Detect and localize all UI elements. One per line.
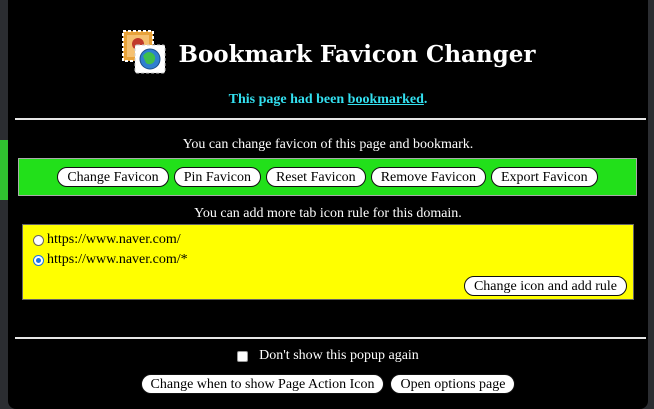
rule-option-wildcard[interactable]: https://www.naver.com/* <box>33 252 188 268</box>
open-options-button[interactable]: Open options page <box>390 374 516 394</box>
change-favicon-button[interactable]: Change Favicon <box>57 167 169 187</box>
rule-radio-exact[interactable] <box>33 234 44 246</box>
popup-title: Bookmark Favicon Changer <box>178 40 536 68</box>
rule-info-text: You can add more tab icon rule for this … <box>194 206 462 221</box>
status-suffix: . <box>423 92 428 107</box>
page-action-settings-button[interactable]: Change when to show Page Action Icon <box>140 374 385 394</box>
bookmark-status: This page had been bookmarked. <box>8 92 648 108</box>
dont-show-popup-row[interactable]: Don't show this popup again <box>8 348 648 364</box>
change-icon-add-rule-button[interactable]: Change icon and add rule <box>463 276 627 296</box>
divider-bottom <box>15 337 646 339</box>
export-favicon-button[interactable]: Export Favicon <box>490 167 598 187</box>
rule-option-label: https://www.naver.com/ <box>47 232 181 247</box>
rule-option-label: https://www.naver.com/* <box>47 252 188 267</box>
pin-favicon-button[interactable]: Pin Favicon <box>173 167 261 187</box>
dont-show-label: Don't show this popup again <box>259 348 419 363</box>
status-prefix: This page had been <box>228 92 348 107</box>
popup-header: Bookmark Favicon Changer <box>8 22 648 82</box>
reset-favicon-button[interactable]: Reset Favicon <box>265 167 366 187</box>
rule-radio-wildcard[interactable] <box>33 254 44 266</box>
footer-buttons: Change when to show Page Action Icon Ope… <box>8 374 648 394</box>
tab-icon-rule-panel: https://www.naver.com/ https://www.naver… <box>22 224 634 300</box>
divider-top <box>15 118 646 120</box>
favicon-info-text: You can change favicon of this page and … <box>182 137 474 152</box>
extension-logo-icon <box>121 29 167 75</box>
page-edge-strip <box>0 140 8 200</box>
favicon-actions-panel: Change Favicon Pin Favicon Reset Favicon… <box>18 158 637 196</box>
dont-show-checkbox[interactable] <box>237 350 249 362</box>
remove-favicon-button[interactable]: Remove Favicon <box>370 167 486 187</box>
extension-popup: Bookmark Favicon Changer This page had b… <box>8 0 648 409</box>
rule-option-exact[interactable]: https://www.naver.com/ <box>33 232 181 248</box>
bookmarked-link[interactable]: bookmarked <box>348 92 424 107</box>
